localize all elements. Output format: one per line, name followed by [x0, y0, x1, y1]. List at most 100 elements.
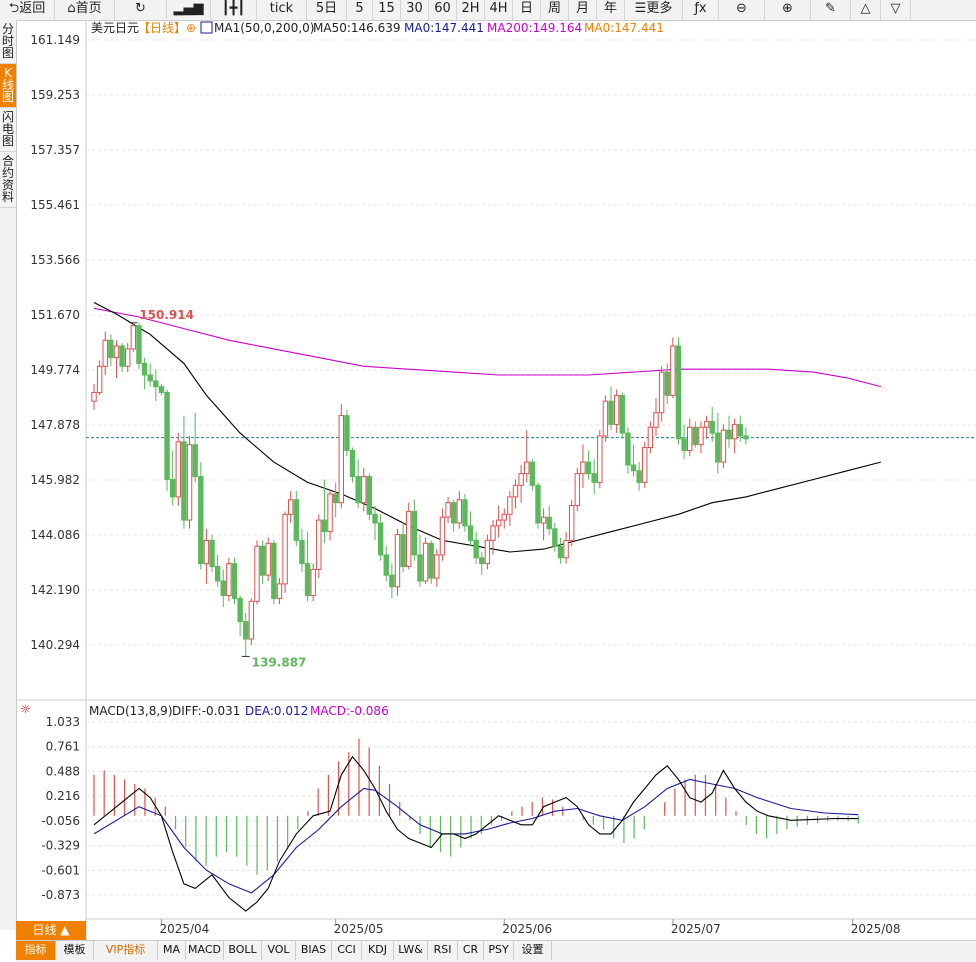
period-selector-button[interactable]: 日线 ▲: [16, 921, 86, 940]
candle: [231, 557, 238, 605]
candle: [293, 491, 300, 547]
date-axis: 2025/04 2025/05 2025/06 2025/07 2025/08: [86, 918, 976, 936]
indicator-tab[interactable]: KDJ: [362, 941, 394, 960]
indicator-tab-bar: 指标 模板 VIP指标 MA MACD BOLL VOL BIAS CCI KDJ LW& RSI CR…: [16, 940, 976, 962]
candle: [479, 551, 485, 576]
price-tick-label: 153.566: [30, 253, 80, 267]
legend-ma200: MA200:149.164: [487, 21, 582, 35]
candle: [175, 433, 182, 506]
indicator-tab[interactable]: BIAS: [296, 941, 332, 960]
price-tick-label: 159.253: [30, 88, 80, 102]
macd-legend-diff: DIFF:-0.031: [172, 704, 240, 718]
candle: [288, 491, 294, 523]
candle: [243, 612, 249, 657]
candle: [731, 418, 738, 454]
macd-tick-label: -0.601: [41, 863, 80, 877]
candle: [355, 459, 361, 509]
candle: [726, 415, 732, 448]
price-tick-label: 161.149: [30, 33, 80, 47]
candle: [552, 522, 558, 552]
price-tick-label: 149.774: [30, 363, 80, 377]
high-price-label: 150.914: [139, 308, 194, 322]
candle: [647, 421, 654, 454]
legend-add-icon[interactable]: ⊕: [186, 21, 196, 35]
candle: [636, 462, 642, 492]
indicator-tab[interactable]: LW&: [394, 941, 428, 960]
candle: [400, 522, 406, 573]
candle: [445, 496, 451, 523]
candle: [108, 334, 114, 367]
candle: [203, 528, 210, 584]
date-tick-label: 2025/08: [851, 922, 901, 936]
candle: [591, 459, 597, 494]
candle: [557, 537, 564, 564]
chart-settings-icon[interactable]: [200, 21, 213, 34]
indicator-tab[interactable]: VOL: [262, 941, 296, 960]
candle: [715, 412, 721, 474]
candle: [158, 383, 165, 396]
candle: [625, 427, 631, 474]
candle: [96, 360, 103, 396]
macd-tick-label: -0.056: [41, 814, 80, 828]
candle: [703, 415, 710, 439]
indicator-tab[interactable]: MACD: [186, 941, 224, 960]
candle: [316, 514, 322, 579]
candle: [417, 534, 423, 587]
candle: [501, 508, 507, 529]
macd-tick-label: -0.329: [41, 839, 80, 853]
candle: [141, 357, 148, 390]
indicator-tab[interactable]: PSY: [484, 941, 514, 960]
indicator-tab[interactable]: BOLL: [224, 941, 262, 960]
macd-legend-name: MACD(13,8,9): [89, 704, 173, 718]
ma200-line: [93, 307, 881, 388]
macd-tick-label: 1.033: [46, 715, 80, 729]
date-tick-label: 2025/07: [671, 922, 721, 936]
candle: [569, 499, 575, 547]
indicator-tab[interactable]: RSI: [428, 941, 458, 960]
macd-legend-macd: MACD:-0.086: [310, 704, 389, 718]
candle: [467, 511, 474, 547]
macd-tick-label: -0.873: [41, 888, 80, 902]
candle: [540, 508, 547, 541]
candle: [613, 389, 620, 434]
legend-period: 【日线】: [138, 21, 186, 35]
price-axis: 161.149 159.253 157.357 155.461 153.566 151.6…: [30, 33, 80, 652]
macd-legend-dea: DEA:0.012: [245, 704, 308, 718]
candle: [507, 491, 513, 526]
candle: [698, 421, 704, 454]
candle: [220, 569, 226, 608]
price-tick-label: 144.086: [30, 528, 80, 542]
candle: [271, 540, 277, 605]
candle: [529, 459, 536, 492]
diff-line: [93, 755, 859, 912]
macd-lines: [93, 755, 859, 912]
indicator-tab[interactable]: 指标: [16, 941, 56, 960]
indicator-tab[interactable]: CR: [458, 941, 484, 960]
legend-ma50: MA50:146.639: [313, 21, 401, 35]
candle: [102, 331, 108, 376]
candle: [136, 322, 142, 370]
candle: [535, 482, 541, 529]
indicator-tab[interactable]: 设置: [514, 941, 552, 960]
candle: [214, 554, 221, 587]
candle: [389, 563, 395, 599]
legend-ma-indicator: MA1(50,0,200,0): [214, 21, 314, 35]
candle: [113, 340, 120, 378]
candle: [237, 595, 243, 637]
indicator-tab[interactable]: CCI: [332, 941, 362, 960]
candle: [332, 482, 339, 518]
legend-ma0-a: MA0:147.441: [404, 21, 484, 35]
legend-ma0-b: MA0:147.441: [584, 21, 664, 35]
indicator-tab[interactable]: 模板: [56, 941, 94, 960]
macd-tick-label: 0.488: [46, 764, 80, 778]
price-tick-label: 155.461: [30, 198, 80, 212]
candle: [366, 473, 373, 521]
indicator-tab[interactable]: VIP指标: [94, 941, 158, 960]
price-tick-label: 147.878: [30, 418, 80, 432]
candle: [658, 366, 665, 422]
candle: [450, 499, 457, 532]
price-tick-label: 157.357: [30, 143, 80, 157]
candle: [687, 418, 693, 457]
macd-settings-icon[interactable]: ☼: [20, 702, 31, 716]
indicator-tab[interactable]: MA: [158, 941, 186, 960]
